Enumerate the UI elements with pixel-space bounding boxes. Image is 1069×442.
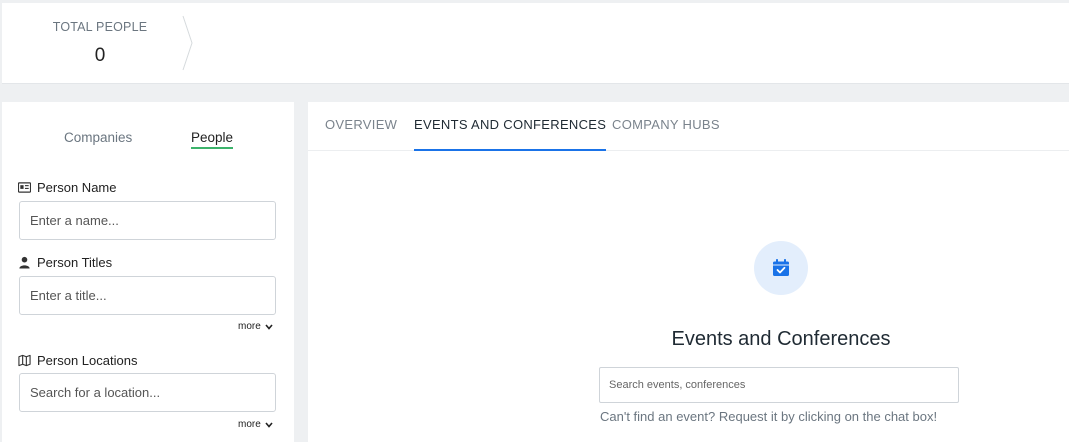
- tab-company-hubs[interactable]: COMPANY HUBS: [612, 117, 720, 151]
- total-people-label: TOTAL PEOPLE: [52, 20, 148, 34]
- person-name-label: Person Name: [18, 180, 116, 195]
- person-locations-label: Person Locations: [18, 353, 137, 368]
- tab-companies[interactable]: Companies: [64, 130, 132, 145]
- tab-events-and-conferences[interactable]: EVENTS AND CONFERENCES: [414, 117, 607, 151]
- map-icon: [18, 354, 31, 367]
- tab-people[interactable]: People: [191, 130, 234, 149]
- person-titles-more-link[interactable]: more: [238, 321, 273, 332]
- person-locations-label-text: Person Locations: [37, 353, 138, 368]
- empty-state-title: Events and Conferences: [671, 328, 891, 350]
- total-people-value: 0: [94, 45, 106, 66]
- main-tabs: OVERVIEW EVENTS AND CONFERENCES COMPANY …: [308, 102, 1069, 151]
- total-people-stat: TOTAL PEOPLE 0: [32, 3, 182, 84]
- person-locations-input[interactable]: [19, 373, 276, 412]
- person-name-label-text: Person Name: [37, 180, 117, 195]
- more-label: more: [238, 419, 261, 430]
- person-titles-label: Person Titles: [18, 255, 112, 270]
- id-card-icon: [18, 182, 31, 193]
- person-titles-label-text: Person Titles: [37, 255, 113, 270]
- help-text: Can't find an event? Request it by click…: [600, 409, 938, 424]
- chevron-down-icon: [265, 421, 273, 428]
- calendar-icon-circle: [754, 241, 808, 295]
- chevron-divider-icon: [182, 15, 193, 71]
- filter-panel: Companies People Person Name Person Titl…: [2, 102, 294, 442]
- person-name-input[interactable]: [19, 201, 276, 240]
- person-locations-more-link[interactable]: more: [238, 419, 273, 430]
- main-panel: OVERVIEW EVENTS AND CONFERENCES COMPANY …: [308, 102, 1069, 442]
- person-titles-input[interactable]: [19, 276, 276, 315]
- events-search-input[interactable]: [599, 367, 959, 403]
- tab-overview[interactable]: OVERVIEW: [325, 117, 397, 151]
- more-label: more: [238, 321, 261, 332]
- panel-tabs: Companies People: [2, 130, 294, 154]
- person-icon: [19, 256, 30, 269]
- chevron-down-icon: [265, 323, 273, 330]
- stats-card: TOTAL PEOPLE 0: [2, 3, 1069, 84]
- calendar-check-icon: [773, 259, 789, 276]
